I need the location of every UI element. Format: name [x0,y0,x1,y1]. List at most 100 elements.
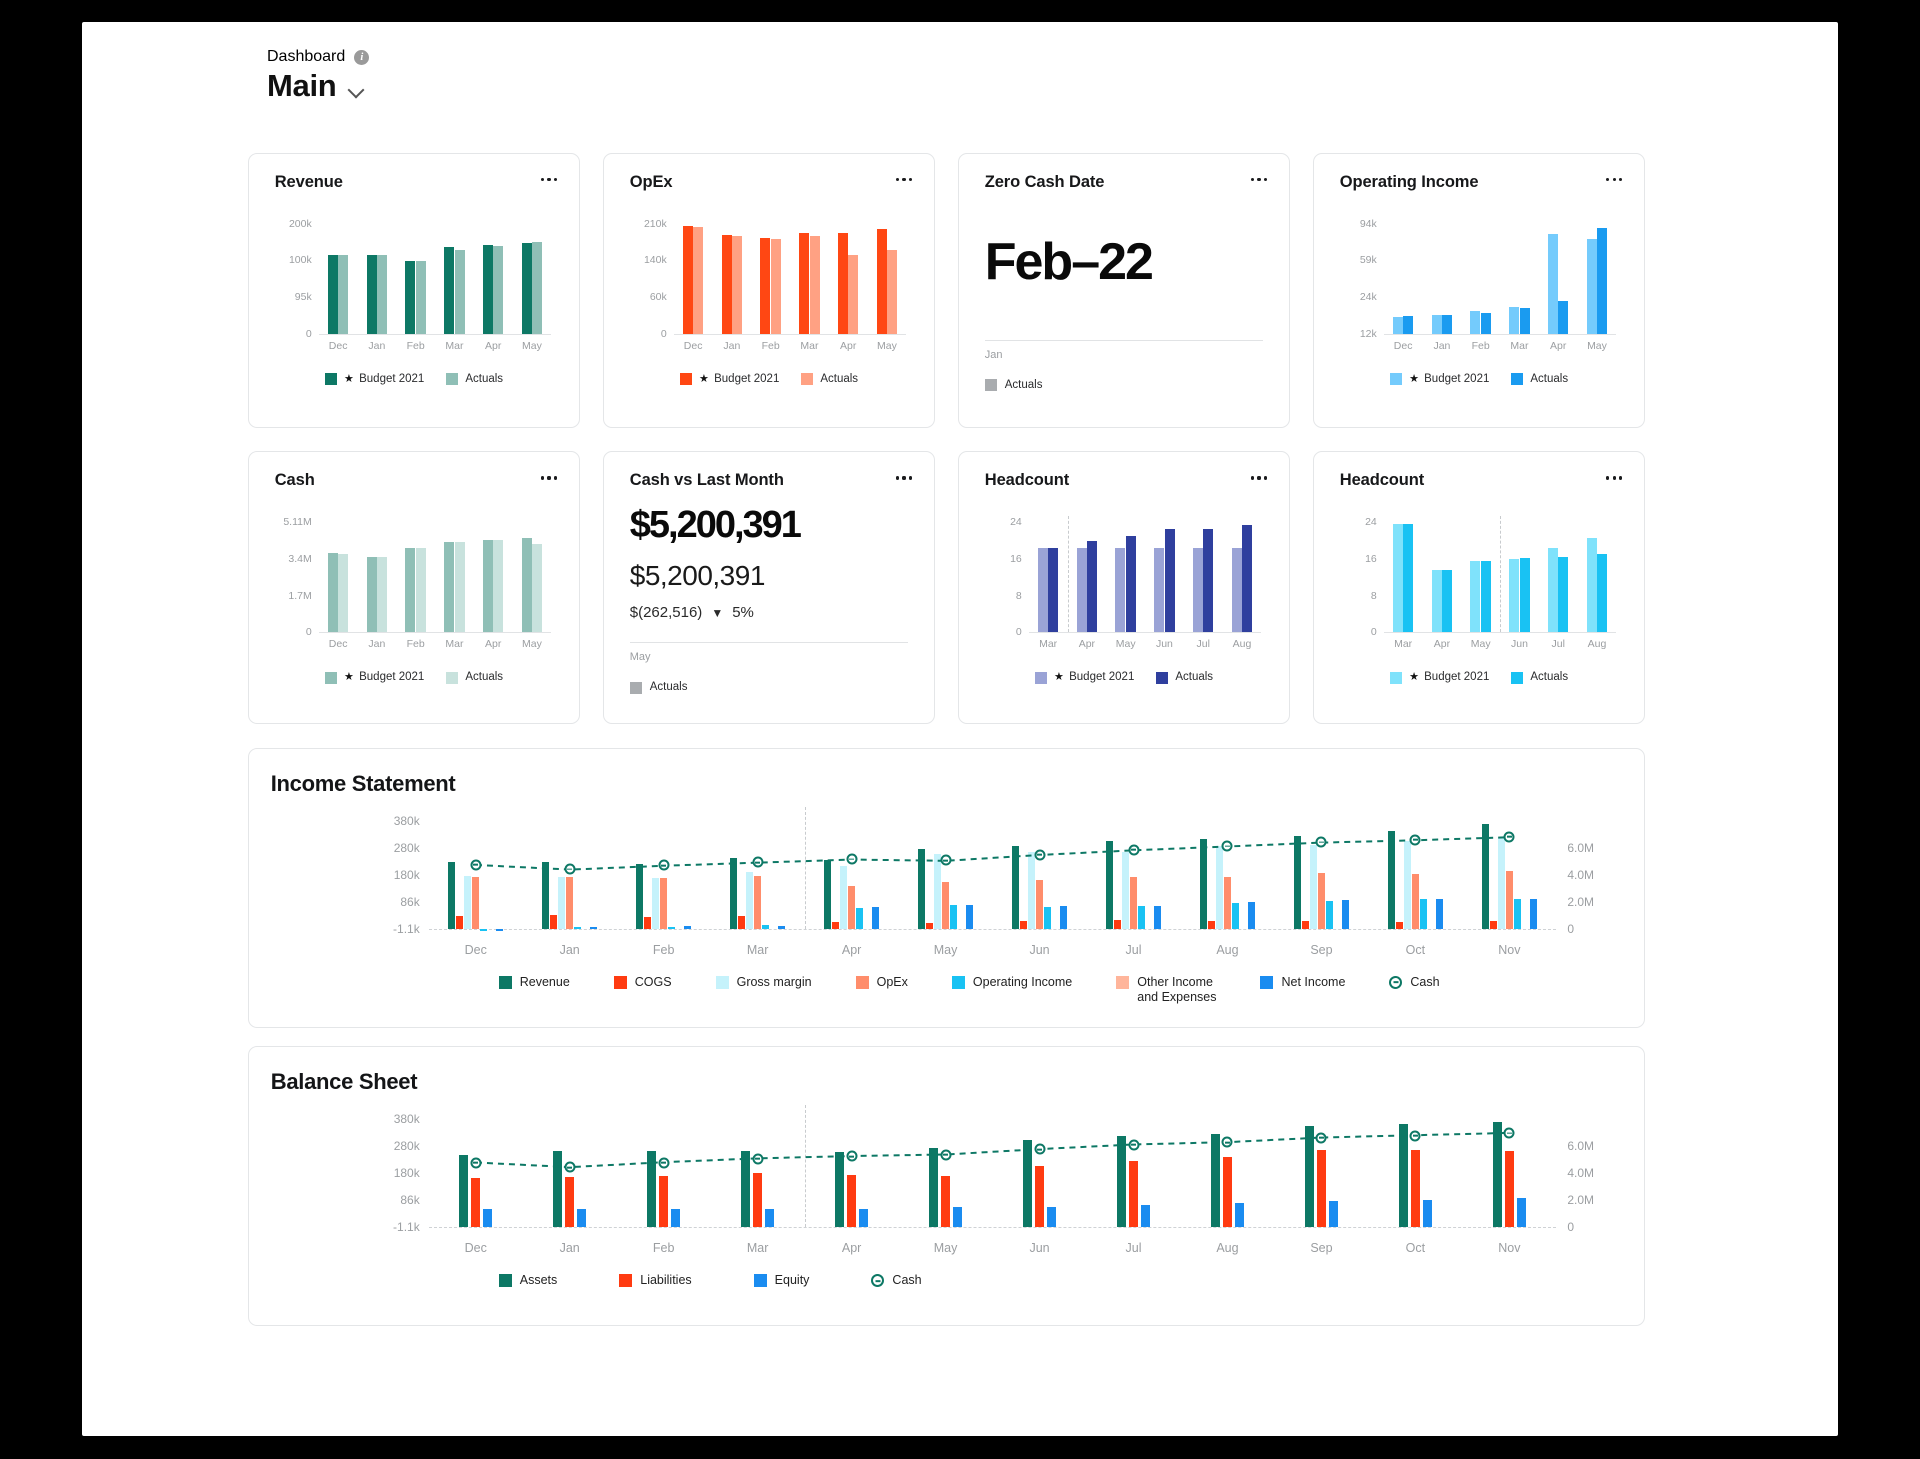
x-axis-line [1383,632,1617,634]
legend-item[interactable]: ★ Budget 2021 [680,372,779,387]
chart-bar [1442,570,1453,633]
info-icon[interactable]: i [354,49,370,65]
chart-bar [444,247,455,334]
chart-bar [1519,307,1530,334]
y-axis-tick: 280k [393,1139,420,1154]
chart-legend: ★ Budget 2021 Actuals [249,670,580,685]
chart-bar [682,226,693,334]
legend-swatch [1390,373,1403,386]
kebab-menu-icon[interactable] [1250,177,1268,181]
legend-label: ★ Budget 2021 [1054,671,1135,684]
y-axis-tick: 8 [1370,589,1377,602]
legend-item[interactable]: Operating Income [951,975,1072,991]
cash-data-point [846,1150,858,1162]
legend-item[interactable]: Cash [1389,975,1440,991]
legend-item[interactable]: Actuals [446,372,503,386]
card-title: Revenue [274,172,343,191]
legend-swatch [325,671,338,684]
kebab-menu-icon[interactable] [540,177,558,181]
legend-label: ★ Budget 2021 [344,372,425,385]
y-axis-tick: 140k [643,254,667,267]
legend-swatch [1035,671,1048,684]
legend-label: Actuals [1175,671,1214,684]
chart-bar [1392,523,1403,633]
cash-data-point [1221,1136,1233,1148]
axis-label: Jan [984,348,1003,361]
x-axis-tick: Mar [746,942,769,957]
card-divider [984,339,1264,341]
card-title: Cash [274,471,315,490]
legend-item[interactable]: Assets [498,1273,557,1289]
x-axis-tick: Mar [1039,638,1058,651]
legend-label: Actuals [1530,372,1569,385]
chart-bar [1231,547,1242,633]
kebab-menu-icon[interactable] [895,177,913,181]
y-axis-tick: 1.7M [288,589,312,602]
legend-item[interactable]: Revenue [498,975,570,991]
y-axis-tick: 3.4M [288,552,312,565]
x-axis-tick: Aug [1216,942,1239,957]
legend-item[interactable]: ★ Budget 2021 [1390,372,1489,387]
panel-income-statement: Income Statement 380k 280k 180k 86k -1.1k 6.0M… [247,747,1646,1028]
legend-item[interactable]: ★ Budget 2021 [1390,670,1489,685]
delta-percent: 5% [732,604,754,622]
star-icon: ★ [1054,671,1064,684]
legend-item[interactable]: Actuals [446,670,503,684]
chart-bar [1547,234,1558,334]
legend-ring-marker [871,1274,885,1288]
star-icon: ★ [344,671,354,684]
legend-label: ★ Budget 2021 [344,671,425,684]
x-axis-tick: Jun [1029,1241,1050,1256]
kebab-menu-icon[interactable] [895,476,913,480]
kebab-menu-icon[interactable] [1250,476,1268,480]
legend-item[interactable]: ★ Budget 2021 [325,670,424,685]
chart-bar [876,228,887,334]
legend-item[interactable]: ★ Budget 2021 [325,372,424,387]
legend-item[interactable]: Gross margin [715,975,812,991]
cash-line-series [475,1132,1510,1169]
chart-legend: ★ Budget 2021 Actuals [959,670,1290,685]
kebab-menu-icon[interactable] [1605,476,1623,480]
panel-legend: Assets Liabilities Equity Cash [498,1273,922,1289]
chart-bar [454,249,465,334]
legend-item[interactable]: Actuals [801,372,858,386]
y2-axis-tick: 6.0M [1567,1139,1595,1154]
chart-bar [1480,560,1491,633]
chevron-down-icon[interactable] [348,81,364,97]
card-revenue: Revenue 200k 100k 95k 0 Dec Jan Feb Mar Apr May ★ B… [247,152,581,428]
chart-bar [482,244,493,334]
cash-line-series [475,835,1510,871]
legend-item[interactable]: Actuals [1511,670,1568,684]
x-axis-tick: Oct [1405,1241,1426,1256]
kebab-menu-icon[interactable] [540,476,558,480]
legend-item[interactable]: OpEx [855,975,908,991]
chart-bar [760,238,771,334]
legend-swatch [1511,372,1524,385]
legend-label: ★ Budget 2021 [1409,671,1490,684]
legend-item[interactable]: Actuals [1511,372,1568,386]
chart-bar [1519,558,1530,633]
x-axis-tick: Jun [1155,638,1173,651]
legend-item[interactable]: Liabilities [619,1273,692,1289]
legend-item[interactable]: ★ Budget 2021 [1035,670,1134,685]
legend-item[interactable]: Net Income [1260,975,1345,991]
chart-legend: Actuals [629,680,687,694]
chart-bar [721,235,732,334]
cash-data-point [1409,834,1421,846]
legend-swatch [498,975,512,989]
legend-item[interactable]: Other Income and Expenses [1116,975,1216,1006]
x-axis-tick: Apr [485,339,502,352]
kebab-menu-icon[interactable] [1605,177,1623,181]
x-axis-tick: Jan [1433,339,1451,352]
cash-data-point [1409,1130,1421,1142]
legend-item[interactable]: Cash [871,1273,922,1289]
legend-item[interactable]: COGS [613,975,672,991]
x-axis-tick: Dec [1393,339,1413,352]
legend-item[interactable]: Actuals [1156,670,1213,684]
y-axis-tick: 12k [1359,327,1377,340]
breadcrumb-label: Dashboard [267,48,346,65]
legend-item[interactable]: Equity [753,1273,809,1289]
dashboard-selector[interactable]: Main [267,68,369,104]
y2-axis-tick: 2.0M [1567,1193,1595,1208]
chart-bar [1403,523,1414,633]
